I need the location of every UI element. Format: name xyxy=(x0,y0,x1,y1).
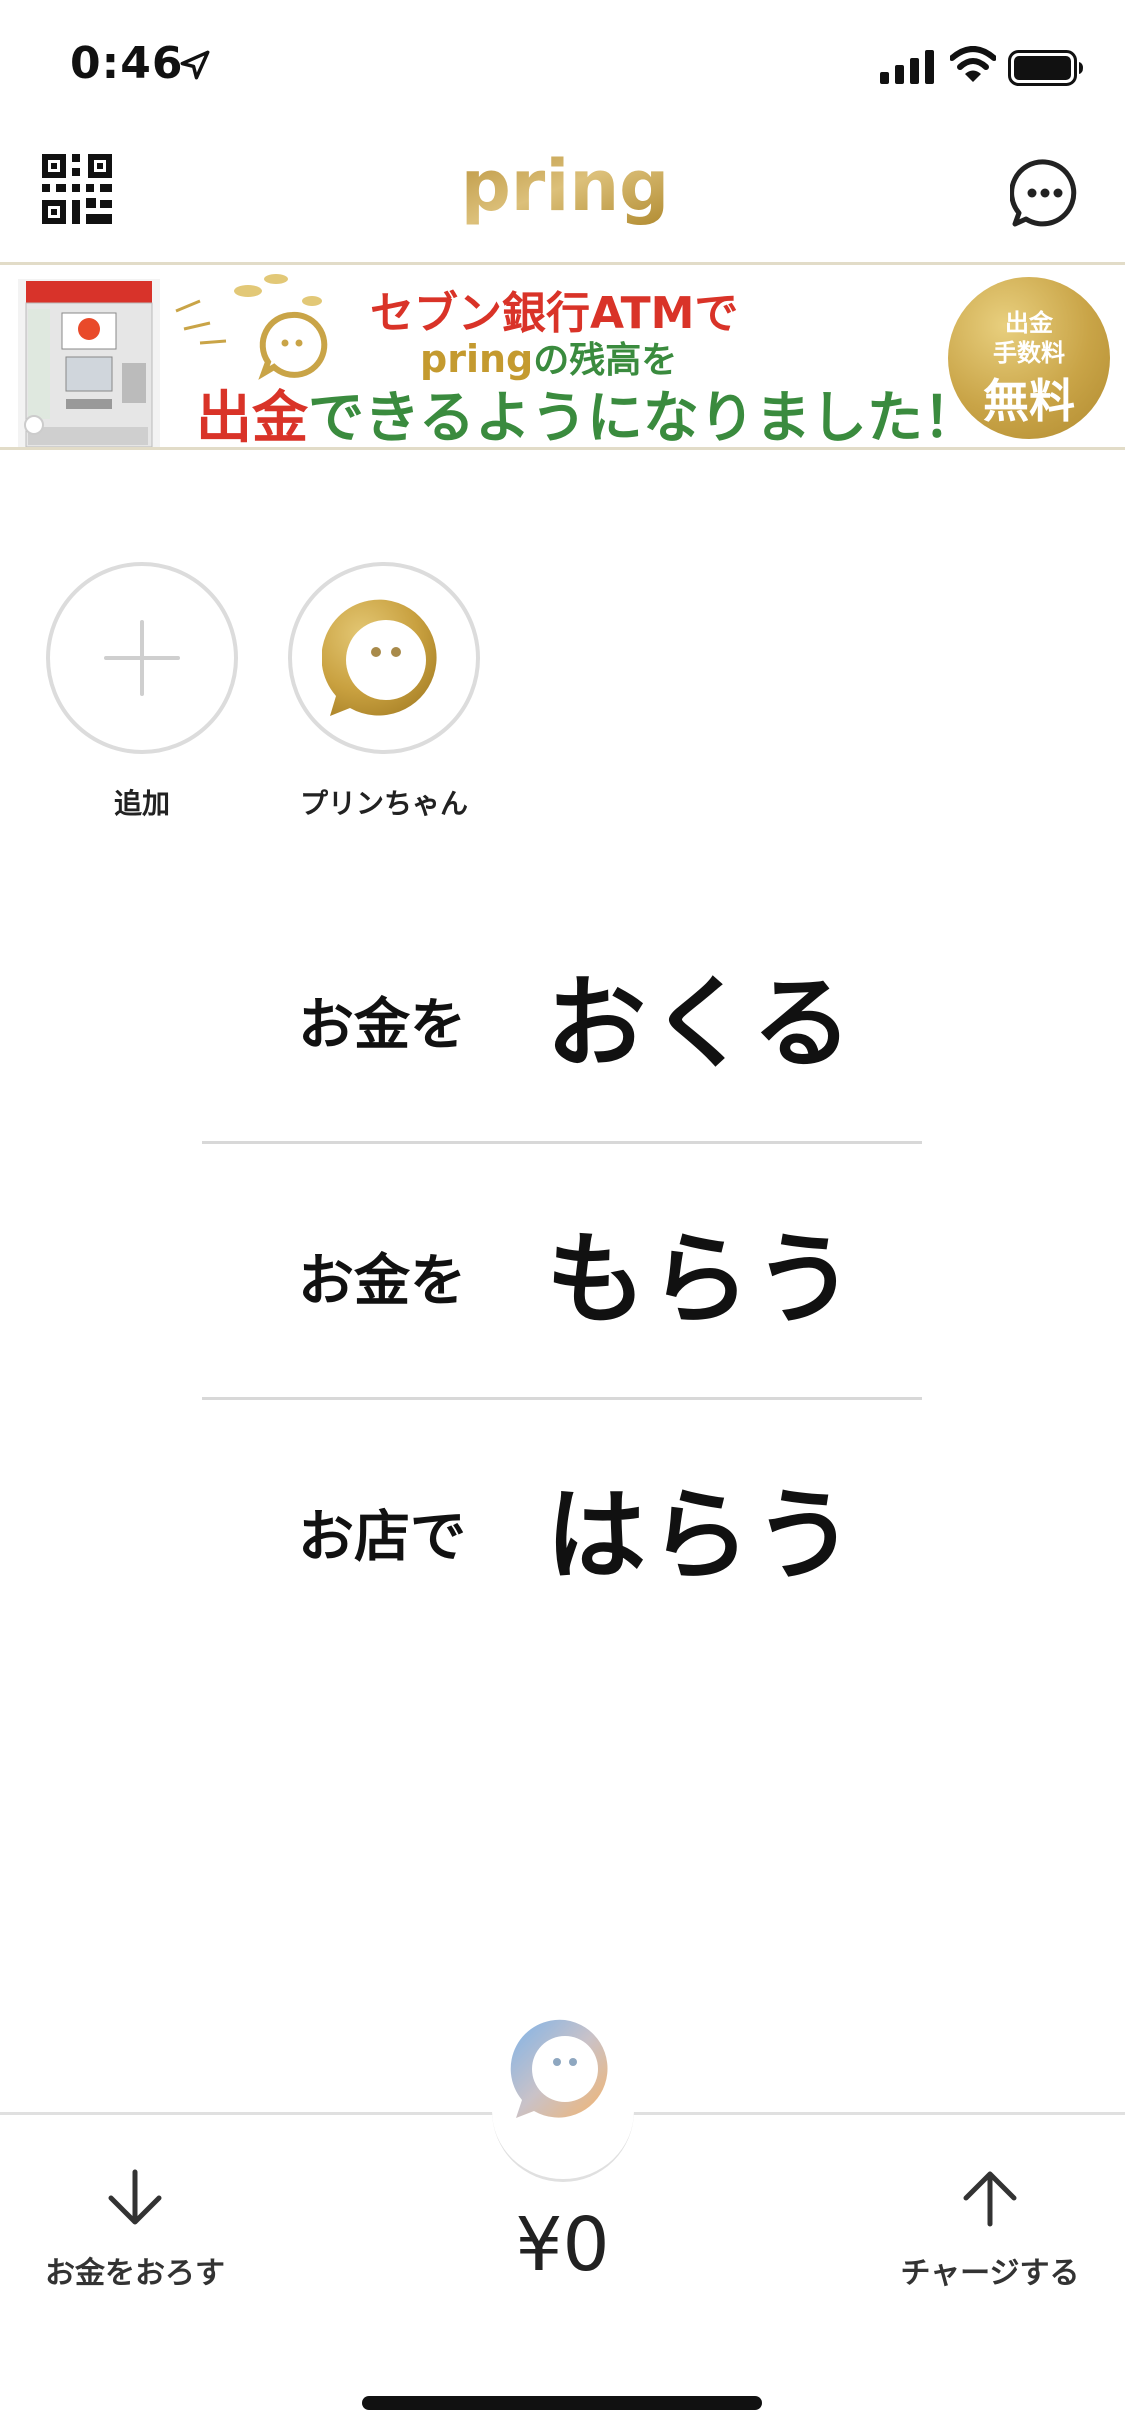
bottom-bar: お金をおろす ¥0 チャージする xyxy=(0,2019,1125,2436)
arrow-down-icon xyxy=(108,2169,162,2225)
withdraw-button[interactable]: お金をおろす xyxy=(40,2166,230,2316)
badge-line3: 無料 xyxy=(983,374,1075,428)
location-arrow-icon xyxy=(180,50,210,80)
status-time: 0:46 xyxy=(70,38,184,89)
withdraw-label: お金をおろす xyxy=(45,2256,225,2291)
action-big-label: もらう xyxy=(546,1221,858,1338)
arrow-up-icon xyxy=(963,2171,1017,2227)
add-contact-button[interactable]: 追加 xyxy=(42,562,242,822)
badge-line2: 手数料 xyxy=(993,339,1065,367)
cellular-signal-icon xyxy=(880,50,934,84)
banner-main-message: 出金できるようになりました！ xyxy=(196,373,979,450)
action-small-label: お店で xyxy=(298,1505,466,1570)
qr-code-icon[interactable] xyxy=(42,154,112,224)
chat-bubble-icon[interactable] xyxy=(1010,158,1080,228)
pay-at-store-button[interactable]: お店で はらう xyxy=(202,1400,922,1656)
action-small-label: お金を xyxy=(298,1249,466,1314)
battery-icon xyxy=(1008,50,1083,86)
free-fee-badge: 出金 手数料 無料 xyxy=(948,277,1110,439)
contact-avatar-circle[interactable] xyxy=(288,562,480,754)
logo-text: pring xyxy=(461,145,670,227)
send-money-button[interactable]: お金を おくる xyxy=(202,888,922,1144)
contact-label-add: 追加 xyxy=(113,787,170,820)
home-indicator[interactable] xyxy=(362,2396,762,2410)
action-small-label: お金を xyxy=(298,993,466,1058)
action-big-label: おくる xyxy=(546,965,856,1082)
banner-page-indicator xyxy=(24,415,44,435)
wifi-icon xyxy=(950,46,996,82)
contacts-row: 追加 プリンちゃん xyxy=(0,562,1125,822)
pudding-mascot-avatar xyxy=(322,599,437,716)
banner-main-text: できるようになりました！ xyxy=(308,386,979,450)
pring-logo: pring xyxy=(461,145,670,227)
charge-label: チャージする xyxy=(900,2256,1080,2291)
promo-banner[interactable]: セブン銀行ATMで pringの残高を 出金できるようになりました！ 出金 手数… xyxy=(0,262,1125,450)
contact-purin-chan[interactable]: プリンちゃん xyxy=(284,562,484,822)
status-bar: 0:46 xyxy=(0,0,1125,132)
app-header: pring xyxy=(0,132,1125,262)
balance-amount: ¥0 xyxy=(515,2202,610,2288)
receive-money-button[interactable]: お金を もらう xyxy=(202,1144,922,1400)
contact-label-purin: プリンちゃん xyxy=(299,787,468,820)
plus-icon xyxy=(104,620,180,696)
action-big-label: はらう xyxy=(546,1477,858,1594)
home-screen: 0:46 pring セブン銀行ATMで pringの残高を 出金できるようにな… xyxy=(0,0,1125,2436)
mascot-home-button[interactable] xyxy=(510,2016,616,2122)
banner-main-highlight: 出金 xyxy=(196,386,308,450)
add-contact-circle[interactable] xyxy=(46,562,238,754)
charge-button[interactable]: チャージする xyxy=(890,2166,1090,2316)
action-list: お金を おくる お金を もらう お店で はらう xyxy=(202,888,922,1656)
